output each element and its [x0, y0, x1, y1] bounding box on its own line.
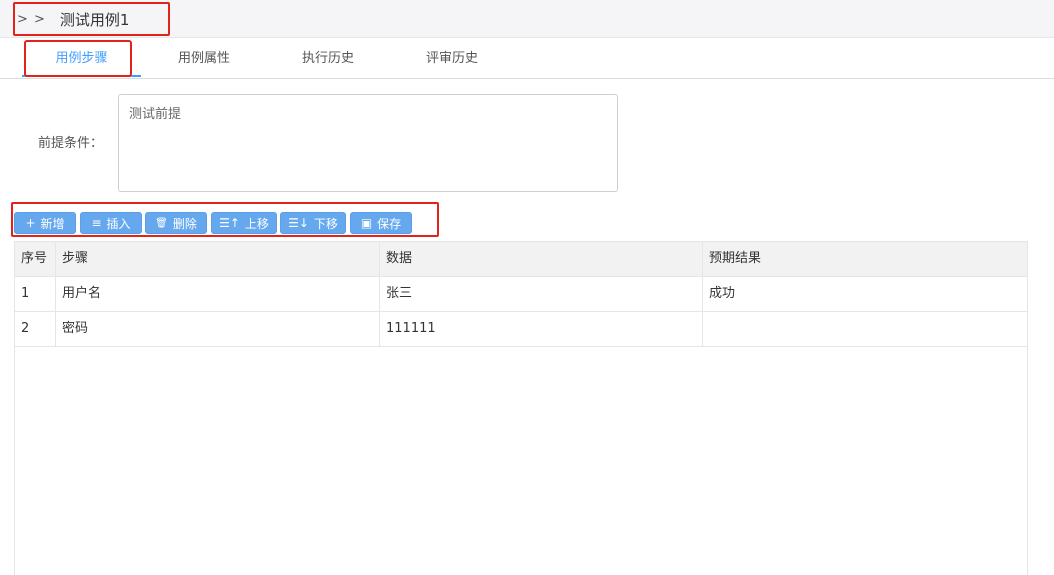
delete-step-label: 删除 [172, 216, 197, 231]
plus-icon: + [25, 216, 36, 230]
steps-table: 序号 步骤 数据 预期结果 1 用户名 张三 成功 2 密码 111111 [14, 241, 1028, 575]
table-cell[interactable]: 张三 [380, 277, 703, 311]
move-down-label: 下移 [313, 216, 338, 231]
move-down-button[interactable]: ☰↓ 下移 [280, 212, 346, 234]
tab-bar: 用例步骤 用例属性 执行历史 评审历史 [0, 39, 1054, 79]
page-header: > > 测试用例1 [0, 0, 1054, 38]
move-down-icon: ☰↓ [288, 216, 309, 230]
move-up-icon: ☰↑ [219, 216, 240, 230]
table-cell[interactable]: 111111 [380, 312, 703, 346]
move-up-label: 上移 [244, 216, 269, 231]
table-cell[interactable]: 2 [15, 312, 56, 346]
insert-step-button[interactable]: ≡ 插入 [80, 212, 142, 234]
save-label: 保存 [377, 216, 402, 231]
column-header-expected: 预期结果 [709, 251, 762, 266]
column-header-index: 序号 [15, 242, 56, 276]
page-title: 测试用例1 [59, 10, 130, 29]
delete-step-button[interactable]: 🗑 删除 [145, 212, 207, 234]
table-header-row: 序号 步骤 数据 预期结果 [15, 242, 1027, 277]
add-step-label: 新增 [40, 216, 65, 231]
tab-review-history[interactable]: 评审历史 [408, 39, 496, 78]
tab-case-properties[interactable]: 用例属性 [160, 39, 248, 78]
column-header-data: 数据 [380, 242, 703, 276]
precondition-textarea[interactable]: 测试前提 [118, 94, 618, 192]
trash-icon: 🗑 [155, 217, 168, 229]
table-cell[interactable]: 密码 [56, 312, 380, 346]
column-header-step: 步骤 [56, 242, 380, 276]
save-icon: ▣ [360, 216, 373, 230]
breadcrumb[interactable]: > > [17, 12, 46, 27]
table-row[interactable]: 1 用户名 张三 成功 [15, 277, 1027, 312]
move-up-button[interactable]: ☰↑ 上移 [211, 212, 277, 234]
insert-icon: ≡ [91, 216, 102, 230]
precondition-label: 前提条件： [38, 136, 104, 151]
table-cell[interactable]: 1 [15, 277, 56, 311]
table-row[interactable]: 2 密码 111111 [15, 312, 1027, 347]
tab-execution-history[interactable]: 执行历史 [284, 39, 372, 78]
test-case-editor: > > 测试用例1 用例步骤 用例属性 执行历史 评审历史 前提条件： 测试前提… [0, 0, 1054, 575]
table-cell[interactable]: 成功 [703, 277, 1027, 311]
add-step-button[interactable]: + 新增 [14, 212, 76, 234]
table-cell[interactable] [703, 312, 1027, 346]
tab-highlight-box [24, 40, 132, 77]
table-cell[interactable]: 用户名 [56, 277, 380, 311]
insert-step-label: 插入 [106, 216, 131, 231]
title-highlight-box: > > 测试用例1 [13, 2, 170, 36]
save-button[interactable]: ▣ 保存 [350, 212, 412, 234]
